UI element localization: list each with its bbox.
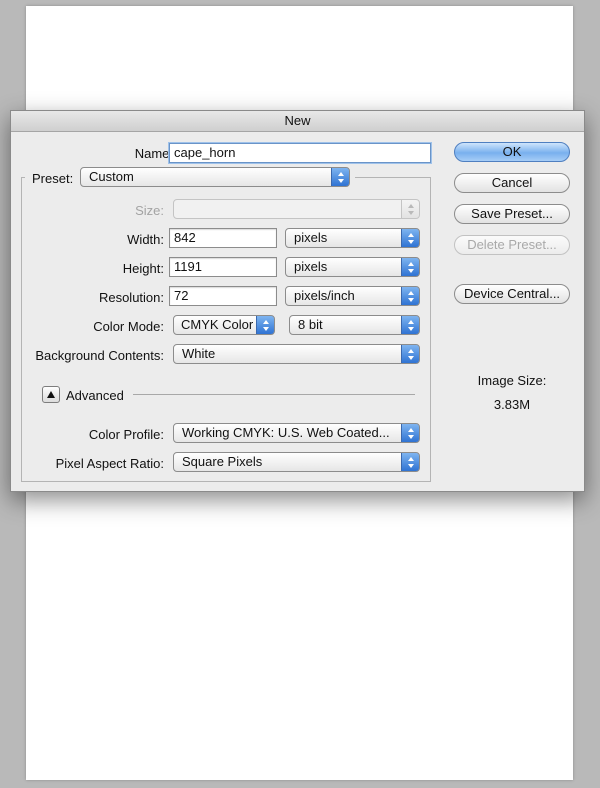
ok-button[interactable]: OK xyxy=(454,142,570,162)
color-mode-arrows-icon xyxy=(256,316,274,334)
width-unit-select[interactable]: pixels xyxy=(285,228,420,248)
resolution-unit-arrows-icon xyxy=(401,287,419,305)
dialog-title: New xyxy=(11,111,584,132)
background-contents-value: White xyxy=(182,346,216,361)
size-arrows-icon xyxy=(401,200,419,218)
color-profile-label: Color Profile: xyxy=(88,427,164,442)
resolution-unit-select[interactable]: pixels/inch xyxy=(285,286,420,306)
cancel-button[interactable]: Cancel xyxy=(454,173,570,193)
preset-label: Preset: xyxy=(32,171,74,186)
width-unit-arrows-icon xyxy=(401,229,419,247)
delete-preset-button[interactable]: Delete Preset... xyxy=(454,235,570,255)
color-profile-value: Working CMYK: U.S. Web Coated... xyxy=(182,425,390,440)
advanced-label: Advanced xyxy=(66,388,124,403)
height-unit-value: pixels xyxy=(294,259,328,274)
pixel-aspect-ratio-select[interactable]: Square Pixels xyxy=(173,452,420,472)
color-mode-value: CMYK Color xyxy=(181,317,254,332)
image-size-value: 3.83M xyxy=(493,397,531,412)
color-mode-label: Color Mode: xyxy=(93,319,164,334)
image-size-label: Image Size: xyxy=(477,373,547,388)
resolution-label: Resolution: xyxy=(98,290,164,305)
height-unit-select[interactable]: pixels xyxy=(285,257,420,277)
triangle-up-icon xyxy=(47,391,55,398)
width-label: Width: xyxy=(127,232,164,247)
height-label: Height: xyxy=(122,261,164,276)
save-preset-button[interactable]: Save Preset... xyxy=(454,204,570,224)
device-central-button[interactable]: Device Central... xyxy=(454,284,570,304)
resolution-unit-value: pixels/inch xyxy=(294,288,355,303)
bit-depth-arrows-icon xyxy=(401,316,419,334)
size-select[interactable] xyxy=(173,199,420,219)
name-label: Name: xyxy=(134,146,173,161)
pixel-aspect-ratio-arrows-icon xyxy=(401,453,419,471)
color-profile-select[interactable]: Working CMYK: U.S. Web Coated... xyxy=(173,423,420,443)
preset-select[interactable]: Custom xyxy=(80,167,350,187)
size-label: Size: xyxy=(135,203,164,218)
background-contents-select[interactable]: White xyxy=(173,344,420,364)
width-unit-value: pixels xyxy=(294,230,328,245)
background-contents-arrows-icon xyxy=(401,345,419,363)
height-input[interactable]: 1191 xyxy=(169,257,277,277)
advanced-separator xyxy=(133,394,415,395)
bit-depth-select[interactable]: 8 bit xyxy=(289,315,420,335)
preset-arrows-icon xyxy=(331,168,349,186)
color-mode-select[interactable]: CMYK Color xyxy=(173,315,275,335)
color-profile-arrows-icon xyxy=(401,424,419,442)
name-input[interactable]: cape_horn xyxy=(169,143,431,163)
pixel-aspect-ratio-value: Square Pixels xyxy=(182,454,263,469)
height-unit-arrows-icon xyxy=(401,258,419,276)
width-input[interactable]: 842 xyxy=(169,228,277,248)
new-document-dialog: New Name: cape_horn Preset: Custom Size:… xyxy=(10,110,585,492)
resolution-input[interactable]: 72 xyxy=(169,286,277,306)
preset-value: Custom xyxy=(89,169,134,184)
pixel-aspect-ratio-label: Pixel Aspect Ratio: xyxy=(55,456,164,471)
advanced-disclosure-button[interactable] xyxy=(42,386,60,403)
bit-depth-value: 8 bit xyxy=(298,317,323,332)
background-contents-label: Background Contents: xyxy=(35,348,164,363)
